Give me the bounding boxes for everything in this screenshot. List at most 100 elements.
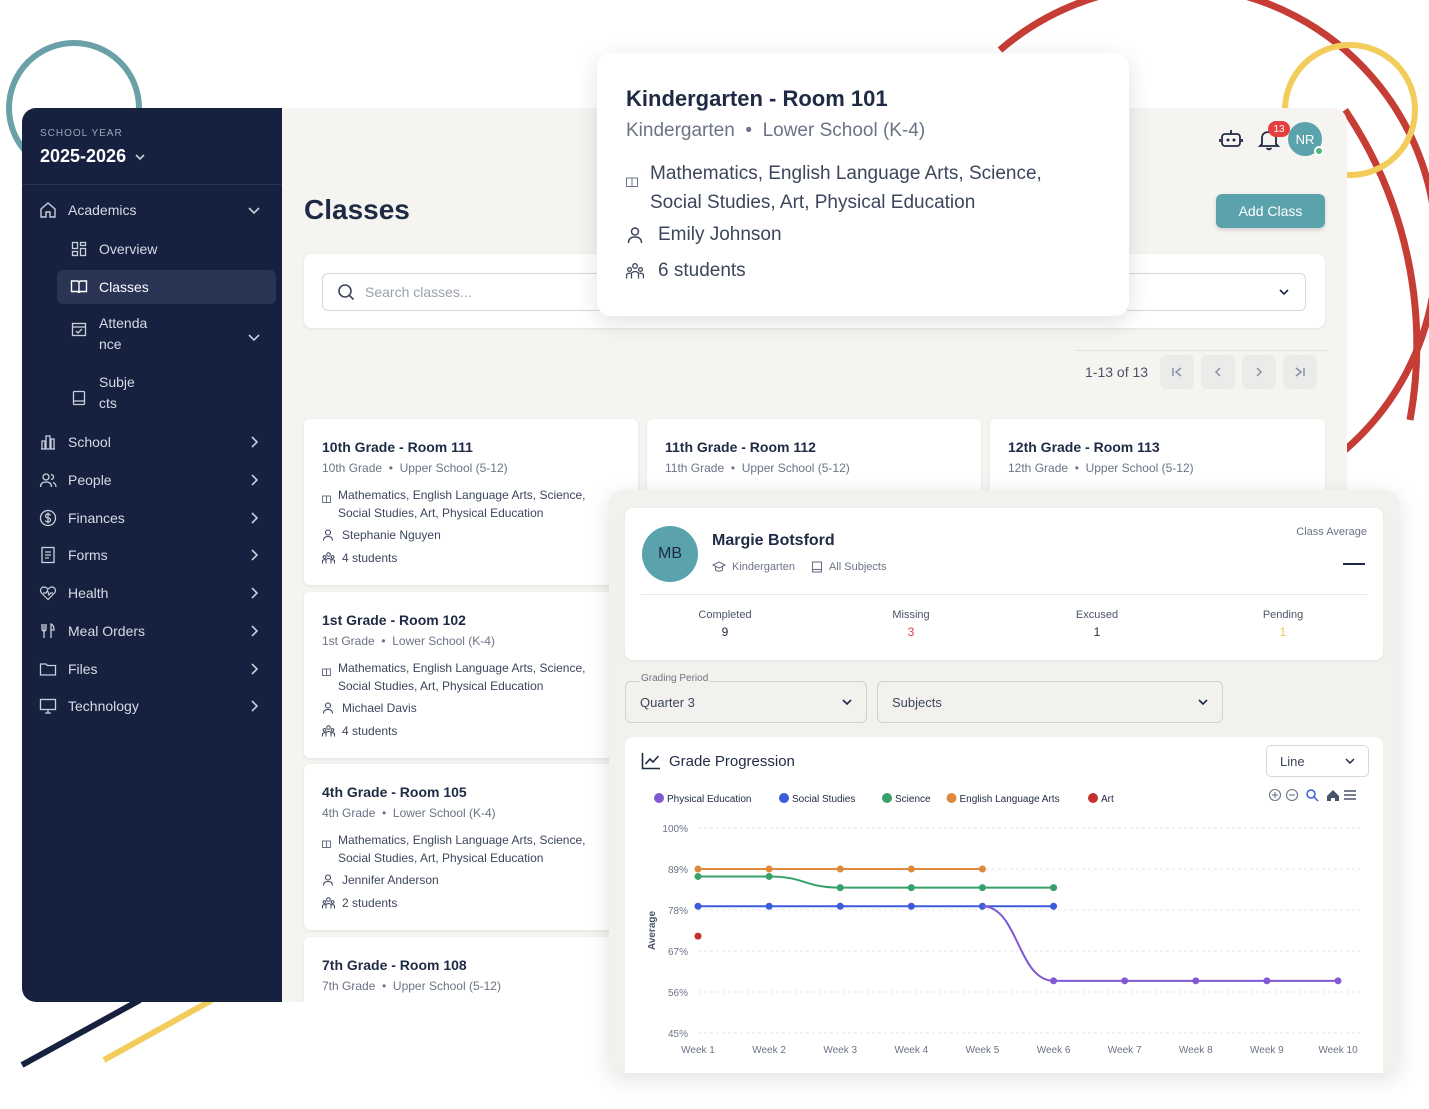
class-title: 7th Grade - Room 108: [322, 957, 467, 973]
sidebar: SCHOOL YEAR 2025-2026 Academics Overview…: [22, 108, 282, 1002]
class-meta: 7th Grade • Upper School (5-12): [322, 979, 501, 993]
data-point: [978, 884, 986, 892]
grade-progression-chart: 100% 89% 78% 67% 56% 45% Week 1 Week 2 Week 3 Wee…: [647, 788, 1360, 1056]
data-point: [1263, 977, 1271, 985]
chevron-right-icon: [251, 587, 259, 599]
class-subjects: Mathematics, English Language Arts, Scie…: [322, 486, 608, 522]
utensils-icon: [38, 621, 58, 641]
class-meta: 11th Grade • Upper School (5-12): [665, 461, 850, 475]
class-teacher-name: Stephanie Nguyen: [342, 528, 441, 542]
sidebar-item-label: Health: [68, 585, 109, 601]
add-class-button[interactable]: Add Class: [1216, 194, 1325, 228]
y-tick-label: 78%: [668, 906, 688, 917]
building-icon: [38, 432, 58, 452]
sidebar-item-attendance[interactable]: Attenda nce: [57, 313, 276, 361]
search-input[interactable]: [365, 284, 595, 300]
subjects-select[interactable]: Subjects: [877, 681, 1223, 723]
sidebar-item-classes[interactable]: Classes: [57, 270, 276, 304]
subjects-select-value: Subjects: [892, 695, 942, 710]
chevron-right-icon: [1256, 367, 1263, 377]
class-card[interactable]: 1st Grade - Room 102 1st Grade • Lower S…: [304, 592, 638, 758]
class-grade: 4th Grade: [322, 806, 376, 820]
sidebar-item-technology[interactable]: Technology: [38, 689, 276, 723]
sidebar-item-files[interactable]: Files: [38, 652, 276, 686]
class-card[interactable]: 7th Grade - Room 108 7th Grade • Upper S…: [304, 937, 638, 1002]
class-card[interactable]: 10th Grade - Room 111 10th Grade • Upper…: [304, 419, 638, 585]
legend-marker: [882, 793, 892, 803]
chart-type-select[interactable]: Line: [1266, 745, 1369, 777]
grading-period-select[interactable]: Grading Period Quarter 3: [625, 673, 867, 723]
sidebar-item-subjects[interactable]: Subje cts: [57, 372, 276, 420]
chart-type-value: Line: [1280, 753, 1305, 769]
next-page-button[interactable]: [1242, 355, 1276, 389]
class-detail-popover: Kindergarten - Room 101 Kindergarten • L…: [597, 53, 1129, 316]
sidebar-item-overview[interactable]: Overview: [57, 232, 276, 266]
sidebar-item-academics[interactable]: Academics: [38, 193, 276, 227]
sidebar-item-health[interactable]: Health: [38, 576, 276, 610]
class-card[interactable]: 4th Grade - Room 105 4th Grade • Lower S…: [304, 764, 638, 930]
chevron-right-icon: [251, 549, 259, 561]
stat-completed: Completed 9: [665, 609, 785, 639]
popover-division: Lower School (K-4): [762, 120, 926, 141]
class-grade: 7th Grade: [322, 979, 376, 993]
sidebar-item-forms[interactable]: Forms: [38, 538, 276, 572]
y-tick-label: 67%: [668, 947, 688, 958]
chevron-right-icon: [251, 663, 259, 675]
last-page-button[interactable]: [1283, 355, 1317, 389]
sidebar-item-school[interactable]: School: [38, 425, 276, 459]
sidebar-item-label-line1: Attenda: [99, 315, 148, 331]
chevron-down-icon: [1198, 699, 1208, 706]
online-status-indicator: [1314, 146, 1324, 156]
class-title: 1st Grade - Room 102: [322, 612, 466, 628]
y-tick-label: 100%: [662, 824, 688, 835]
book-icon: [322, 835, 334, 867]
data-point: [765, 902, 773, 910]
menu-icon: [1344, 790, 1356, 800]
folder-icon: [38, 659, 58, 679]
pagination-range: 1-13 of 13: [1085, 364, 1149, 380]
class-division: Upper School (5-12): [392, 979, 501, 993]
x-tick-label: Week 3: [823, 1045, 857, 1056]
class-division: Upper School (5-12): [1085, 461, 1194, 475]
x-tick-label: Week 8: [1179, 1045, 1213, 1056]
x-tick-label: Week 5: [966, 1045, 1000, 1056]
data-point: [1334, 977, 1342, 985]
chevron-down-icon: [135, 153, 145, 160]
y-axis-label: Average: [647, 911, 658, 951]
home-icon: [1327, 790, 1339, 801]
sidebar-item-meal-orders[interactable]: Meal Orders: [38, 614, 276, 648]
filter-select[interactable]: [1124, 273, 1306, 311]
class-division: Upper School (5-12): [399, 461, 508, 475]
chevron-right-icon: [251, 474, 259, 486]
class-grade: 11th Grade: [665, 461, 725, 475]
sidebar-item-label: Forms: [68, 547, 108, 563]
school-year-selector[interactable]: 2025-2026: [40, 146, 146, 167]
group-icon: [322, 725, 336, 737]
stat-label: Missing: [892, 609, 930, 621]
line-chart-icon: [641, 752, 661, 770]
data-point: [1192, 977, 1200, 985]
data-point: [978, 865, 986, 873]
dollar-icon: [38, 508, 58, 528]
class-teacher: Stephanie Nguyen: [322, 528, 441, 542]
first-page-button[interactable]: [1160, 355, 1194, 389]
class-average-value-empty: [1343, 563, 1365, 565]
sidebar-item-label: Technology: [68, 698, 139, 714]
grading-period-value: Quarter 3: [640, 695, 695, 710]
class-title: 10th Grade - Room 111: [322, 439, 473, 455]
data-point: [765, 865, 773, 873]
chevron-down-icon: [1345, 758, 1355, 765]
data-point: [694, 932, 702, 940]
class-meta: 10th Grade • Upper School (5-12): [322, 461, 508, 475]
robot-icon[interactable]: [1218, 126, 1244, 152]
sidebar-item-people[interactable]: People: [38, 463, 276, 497]
sidebar-item-finances[interactable]: Finances: [38, 501, 276, 535]
chart-title: Grade Progression: [669, 752, 795, 770]
popover-title: Kindergarten - Room 101: [626, 86, 888, 111]
sidebar-item-label-line2: nce: [99, 336, 122, 352]
legend-marker: [1088, 793, 1098, 803]
monitor-icon: [38, 696, 58, 716]
data-point: [907, 902, 915, 910]
previous-page-button[interactable]: [1201, 355, 1235, 389]
search-field[interactable]: [322, 273, 622, 311]
